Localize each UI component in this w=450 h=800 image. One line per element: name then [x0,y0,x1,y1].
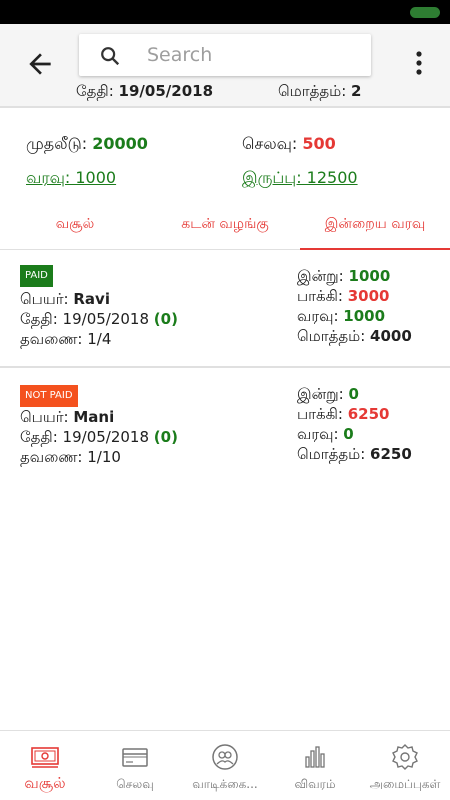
entry-received: வரவு: 1000 [297,306,385,326]
installment-value: 1/10 [87,448,121,466]
today-value: 1000 [348,267,391,285]
entry-name: பெயர்: Mani [20,407,114,427]
app-bar: தேதி: 19/05/2018 மொத்தம்: 2 [0,24,450,108]
nav-label: விவரம் [294,777,336,791]
bottom-nav: வசூல் செலவு வாடிக்கை... விவரம் அமைப்புகள… [0,730,450,800]
today-label: இன்று: [297,385,344,403]
total-value: 4000 [370,327,412,345]
date-value: 19/05/2018 [62,310,150,328]
date-count: (0) [153,310,178,328]
header-total: மொத்தம்: 2 [278,82,361,102]
header-date-label: தேதி: [76,82,114,100]
status-badge: PAID [20,265,53,287]
back-arrow-icon[interactable] [24,48,56,80]
tab-bar: வசூல் கடன் வழங்கு இன்றைய வரவு [0,206,450,250]
status-badge: NOT PAID [20,385,78,407]
today-value: 0 [348,385,359,403]
nav-label: அமைப்புகள் [369,777,441,791]
nav-customers[interactable]: வாடிக்கை... [180,731,270,800]
tab-collection[interactable]: வசூல் [0,206,150,250]
nav-settings[interactable]: அமைப்புகள் [360,731,450,800]
nav-label: செலவு [116,777,154,791]
nav-label: வசூல் [24,774,66,792]
summary-panel: முதலீடு: 20000 செலவு: 500 வரவு: 1000 இரு… [0,110,450,206]
today-label: இன்று: [297,267,344,285]
total-label: மொத்தம்: [297,445,366,463]
customers-icon [212,744,238,770]
expense-summary: செலவு: 500 [242,134,336,155]
nav-label: வாடிக்கை... [192,777,258,791]
pending-label: பாக்கி: [297,405,343,423]
pending-label: பாக்கி: [297,287,343,305]
entry-pending: பாக்கி: 6250 [297,404,389,424]
name-value: Mani [73,408,115,426]
entry-name: பெயர்: Ravi [20,289,110,309]
settings-icon [392,744,418,770]
installment-label: தவணை: [20,448,83,466]
total-value: 6250 [370,445,412,463]
balance-link[interactable]: இருப்பு: 12500 [242,168,358,189]
battery-icon [410,7,440,18]
tab-lend-loan[interactable]: கடன் வழங்கு [150,206,300,250]
name-label: பெயர்: [20,408,69,426]
more-vert-icon[interactable] [414,50,424,76]
entry-today: இன்று: 0 [297,384,359,404]
date-value: 19/05/2018 [62,428,150,446]
investment-summary: முதலீடு: 20000 [26,134,148,155]
header-date-value: 19/05/2018 [118,82,213,100]
entry-date: தேதி: 19/05/2018 (0) [20,427,178,447]
header-total-value: 2 [351,82,362,100]
pending-value: 3000 [347,287,390,305]
nav-details[interactable]: விவரம் [270,731,360,800]
income-link[interactable]: வரவு: 1000 [26,168,116,189]
received-value: 0 [343,425,354,443]
received-label: வரவு: [297,425,339,443]
tab-today-income[interactable]: இன்றைய வரவு [300,206,450,250]
entry-date: தேதி: 19/05/2018 (0) [20,309,178,329]
received-value: 1000 [343,307,386,325]
header-date: தேதி: 19/05/2018 [76,82,213,102]
entry-received: வரவு: 0 [297,424,354,444]
name-value: Ravi [73,290,110,308]
entry-installment: தவணை: 1/4 [20,329,111,349]
card-icon [122,748,148,767]
search-icon [101,47,120,66]
entry-installment: தவணை: 1/10 [20,447,121,467]
date-label: தேதி: [20,428,58,446]
search-box[interactable] [79,34,371,76]
nav-expense[interactable]: செலவு [90,731,180,800]
entry-card[interactable]: NOT PAID பெயர்: Mani தேதி: 19/05/2018 (0… [0,370,450,488]
entry-total: மொத்தம்: 4000 [297,326,412,346]
entry-total: மொத்தம்: 6250 [297,444,412,464]
total-label: மொத்தம்: [297,327,366,345]
expense-value: 500 [302,134,336,153]
pending-value: 6250 [347,405,390,423]
entry-today: இன்று: 1000 [297,266,390,286]
installment-label: தவணை: [20,330,83,348]
entry-card[interactable]: PAID பெயர்: Ravi தேதி: 19/05/2018 (0) தவ… [0,250,450,368]
header-total-label: மொத்தம்: [278,82,347,100]
installment-value: 1/4 [87,330,112,348]
nav-collection[interactable]: வசூல் [0,731,90,800]
date-count: (0) [153,428,178,446]
name-label: பெயர்: [20,290,69,308]
investment-value: 20000 [92,134,148,153]
status-bar [0,0,450,24]
entry-pending: பாக்கி: 3000 [297,286,389,306]
expense-label: செலவு: [242,134,298,153]
received-label: வரவு: [297,307,339,325]
date-label: தேதி: [20,310,58,328]
search-input[interactable] [147,40,357,70]
stats-icon [305,746,325,768]
investment-label: முதலீடு: [26,134,88,153]
cash-icon [31,747,59,768]
